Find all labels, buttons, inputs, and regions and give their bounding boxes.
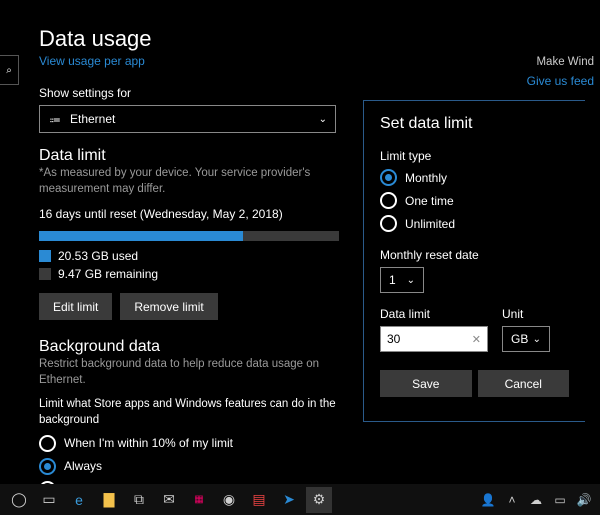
taskbar: ◯ ▭ e ▇ ⧉ ✉ ▦ ◉ ▤ ➤ ⚙ 👤 ˄ ☁ ▭ 🔊 xyxy=(0,484,600,515)
telegram-icon[interactable]: ➤ xyxy=(276,487,302,513)
radio-icon xyxy=(39,458,56,475)
onedrive-icon[interactable]: ☁ xyxy=(526,487,546,513)
data-limit-value: 30 xyxy=(387,332,400,346)
todoist-icon[interactable]: ▤ xyxy=(246,487,272,513)
radio-label: When I'm within 10% of my limit xyxy=(64,436,233,450)
background-sub: Limit what Store apps and Windows featur… xyxy=(39,396,349,428)
edit-limit-button[interactable]: Edit limit xyxy=(39,293,112,320)
cortana-icon[interactable]: ◯ xyxy=(6,487,32,513)
background-desc: Restrict background data to help reduce … xyxy=(39,356,349,388)
unit-value: GB xyxy=(511,332,528,346)
view-usage-link[interactable]: View usage per app xyxy=(39,54,145,68)
data-limit-label: Data limit xyxy=(380,307,488,321)
explorer-icon[interactable]: ▇ xyxy=(96,487,122,513)
network-icon[interactable]: ▭ xyxy=(550,487,570,513)
people-icon[interactable]: 👤 xyxy=(478,487,498,513)
reset-date-select[interactable]: 1 ⌄ xyxy=(380,267,424,293)
unit-label: Unit xyxy=(502,307,550,321)
limit-type-label: Limit type xyxy=(380,149,569,163)
legend-swatch-used xyxy=(39,250,51,262)
data-limit-input[interactable]: 30 ✕ xyxy=(380,326,488,352)
network-select-value: Ethernet xyxy=(70,112,115,126)
ethernet-icon: ⩴ xyxy=(48,112,62,127)
reset-date-value: 1 xyxy=(389,273,396,287)
page-title: Data usage xyxy=(39,26,600,52)
usage-bar xyxy=(39,231,339,241)
radio-icon xyxy=(39,435,56,452)
edge-icon[interactable]: e xyxy=(66,487,92,513)
bg-option-always[interactable]: Always xyxy=(39,458,600,475)
radio-icon xyxy=(380,192,397,209)
save-button[interactable]: Save xyxy=(380,370,472,397)
settings-icon[interactable]: ⚙ xyxy=(306,487,332,513)
bg-option-within-10[interactable]: When I'm within 10% of my limit xyxy=(39,435,600,452)
set-data-limit-dialog: Set data limit Limit type Monthly One ti… xyxy=(363,100,585,422)
reset-date-label: Monthly reset date xyxy=(380,248,569,262)
mail-icon[interactable]: ✉ xyxy=(156,487,182,513)
limit-type-monthly[interactable]: Monthly xyxy=(380,169,569,186)
make-windows-better: Make Wind xyxy=(527,56,594,68)
unit-select[interactable]: GB ⌄ xyxy=(502,326,550,352)
right-links: Make Wind Give us feed xyxy=(527,56,594,88)
usage-bar-fill xyxy=(39,231,243,241)
task-view-icon[interactable]: ▭ xyxy=(36,487,62,513)
radio-label: Always xyxy=(64,459,102,473)
feedback-link[interactable]: Give us feed xyxy=(527,74,594,88)
legend-remaining: 9.47 GB remaining xyxy=(58,267,158,281)
radio-label: Unlimited xyxy=(405,217,455,231)
legend-used: 20.53 GB used xyxy=(58,249,138,263)
data-limit-note: *As measured by your device. Your servic… xyxy=(39,165,349,197)
network-select[interactable]: ⩴ Ethernet ⌄ xyxy=(39,105,336,133)
search-sidebar-icon[interactable]: ⌕ xyxy=(0,55,19,85)
radio-icon xyxy=(380,215,397,232)
store-icon[interactable]: ⧉ xyxy=(126,487,152,513)
chevron-down-icon: ⌄ xyxy=(319,114,327,125)
chevron-down-icon: ⌄ xyxy=(407,275,415,286)
dialog-title: Set data limit xyxy=(380,115,569,133)
chevron-down-icon: ⌄ xyxy=(533,334,541,345)
radio-label: One time xyxy=(405,194,454,208)
clear-icon[interactable]: ✕ xyxy=(472,333,481,346)
chrome-icon[interactable]: ◉ xyxy=(216,487,242,513)
remove-limit-button[interactable]: Remove limit xyxy=(120,293,217,320)
search-icon: ⌕ xyxy=(6,65,12,76)
radio-icon xyxy=(380,169,397,186)
volume-icon[interactable]: 🔊 xyxy=(574,487,594,513)
legend-swatch-remaining xyxy=(39,268,51,280)
app-icon[interactable]: ▦ xyxy=(186,487,212,513)
show-settings-for-label: Show settings for xyxy=(39,86,600,100)
radio-label: Monthly xyxy=(405,171,447,185)
limit-type-unlimited[interactable]: Unlimited xyxy=(380,215,569,232)
tray-up-icon[interactable]: ˄ xyxy=(502,487,522,513)
limit-type-onetime[interactable]: One time xyxy=(380,192,569,209)
cancel-button[interactable]: Cancel xyxy=(478,370,570,397)
